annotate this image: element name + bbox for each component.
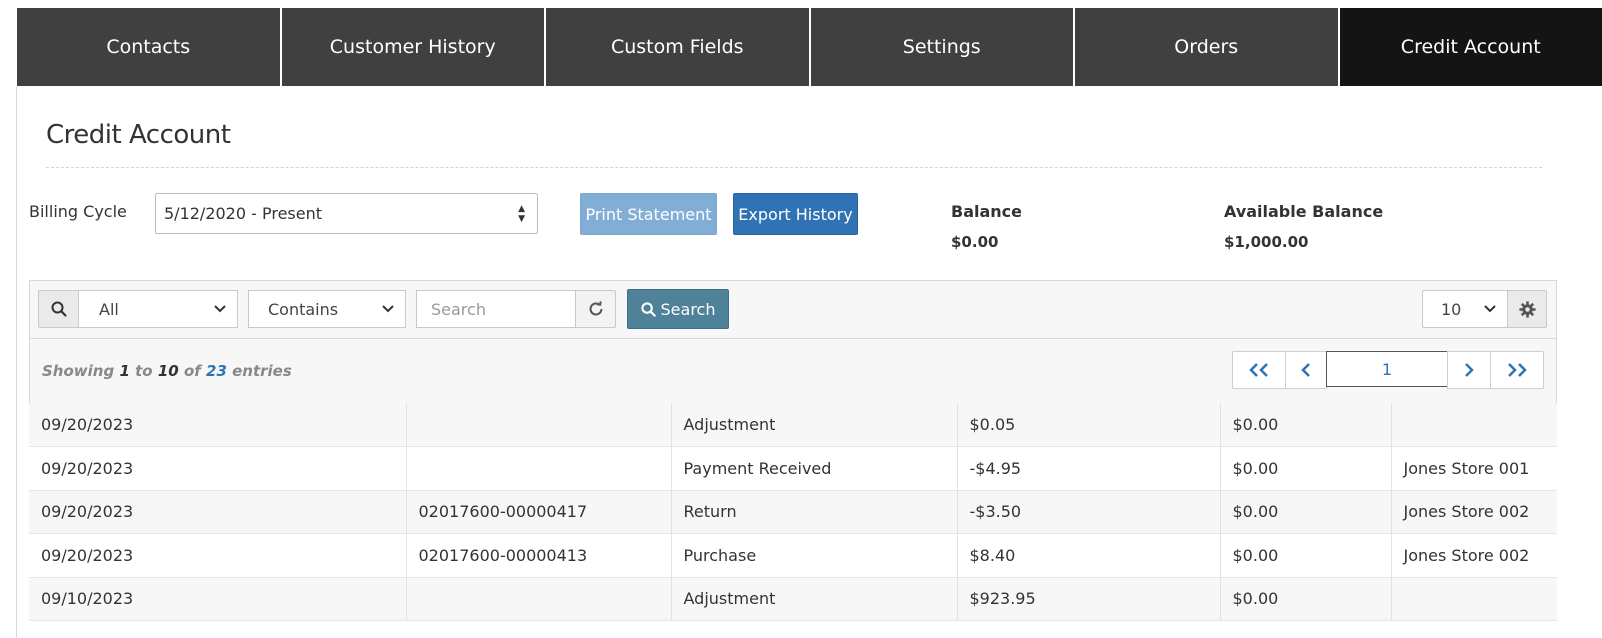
refresh-button[interactable] xyxy=(575,290,616,328)
chevron-right-icon xyxy=(1465,363,1474,377)
operator-select-value: Contains xyxy=(268,299,339,319)
tab-credit-account[interactable]: Credit Account xyxy=(1339,8,1602,86)
available-balance-value: $1,000.00 xyxy=(1224,233,1309,251)
balance-cell: $0.00 xyxy=(1220,490,1392,534)
toolbar-divider xyxy=(30,338,1556,339)
store-cell: Jones Store 001 xyxy=(1391,446,1557,491)
reference-cell xyxy=(406,577,672,621)
prev-page-button[interactable] xyxy=(1285,351,1327,389)
double-chevron-left-icon xyxy=(1249,363,1268,377)
amount-cell: $0.05 xyxy=(957,403,1221,447)
title-divider xyxy=(46,167,1542,168)
billing-cycle-value: 5/12/2020 - Present xyxy=(164,204,323,223)
type-cell: Adjustment xyxy=(671,403,958,447)
store-cell xyxy=(1391,577,1557,621)
tab-contacts[interactable]: Contacts xyxy=(17,8,280,86)
balance-cell: $0.00 xyxy=(1220,533,1392,578)
entries-summary: Showing 1 to 10 of 23 entries xyxy=(42,362,292,380)
table-row[interactable]: 09/20/2023 Adjustment $0.05 $0.00 xyxy=(29,403,1557,447)
search-addon xyxy=(38,290,79,328)
magnifier-icon xyxy=(51,301,67,317)
available-balance-label: Available Balance xyxy=(1224,202,1384,221)
date-cell: 09/10/2023 xyxy=(29,577,407,621)
type-cell: Payment Received xyxy=(671,446,958,491)
entries-word: entries xyxy=(232,362,292,380)
range-of-word: of xyxy=(183,362,201,380)
double-chevron-right-icon xyxy=(1508,363,1527,377)
print-statement-button[interactable]: Print Statement xyxy=(580,193,717,235)
date-cell: 09/20/2023 xyxy=(29,403,407,447)
operator-select[interactable]: Contains xyxy=(248,290,406,328)
reference-cell xyxy=(406,403,672,447)
amount-cell: -$4.95 xyxy=(957,446,1221,491)
refresh-icon xyxy=(589,301,602,316)
balance-cell: $0.00 xyxy=(1220,446,1392,491)
first-page-button[interactable] xyxy=(1232,351,1286,389)
search-input[interactable] xyxy=(416,290,576,328)
amount-cell: $8.40 xyxy=(957,533,1221,578)
search-button[interactable]: Search xyxy=(627,289,729,329)
table-row[interactable]: 09/20/2023 02017600-00000417 Return -$3.… xyxy=(29,490,1557,534)
table-row[interactable]: 09/10/2023 Adjustment $923.95 $0.00 xyxy=(29,577,1557,621)
content-left-border xyxy=(16,86,17,638)
table-row[interactable]: 09/20/2023 02017600-00000413 Purchase $8… xyxy=(29,533,1557,578)
range-to: 10 xyxy=(157,362,179,380)
balance-cell: $0.00 xyxy=(1220,403,1392,447)
type-cell: Purchase xyxy=(671,533,958,578)
type-cell: Return xyxy=(671,490,958,534)
page-size-value: 10 xyxy=(1441,299,1462,319)
amount-cell: $923.95 xyxy=(957,577,1221,621)
balance-label: Balance xyxy=(951,202,1022,221)
billing-cycle-label: Billing Cycle xyxy=(29,202,127,221)
table-row[interactable]: 09/20/2023 Payment Received -$4.95 $0.00… xyxy=(29,446,1557,491)
store-cell xyxy=(1391,403,1557,447)
export-history-button[interactable]: Export History xyxy=(733,193,858,235)
date-cell: 09/20/2023 xyxy=(29,533,407,578)
column-settings-button[interactable] xyxy=(1507,290,1547,328)
amount-cell: -$3.50 xyxy=(957,490,1221,534)
page-title: Credit Account xyxy=(46,120,231,150)
search-button-label: Search xyxy=(660,299,716,319)
tab-bar: Contacts Customer History Custom Fields … xyxy=(17,8,1602,86)
range-from: 1 xyxy=(119,362,130,380)
gear-icon xyxy=(1518,300,1536,318)
type-cell: Adjustment xyxy=(671,577,958,621)
tab-customer-history[interactable]: Customer History xyxy=(281,8,544,86)
updown-arrows-icon: ▲ ▼ xyxy=(518,204,525,224)
reference-cell: 02017600-00000413 xyxy=(406,533,672,578)
chevron-down-icon xyxy=(214,305,226,313)
current-page-input[interactable] xyxy=(1326,351,1448,387)
showing-prefix: Showing xyxy=(42,362,115,380)
credit-history-table: 09/20/2023 Adjustment $0.05 $0.00 09/20/… xyxy=(29,403,1557,621)
tab-orders[interactable]: Orders xyxy=(1075,8,1338,86)
total-entries: 23 xyxy=(206,362,227,380)
balance-cell: $0.00 xyxy=(1220,577,1392,621)
field-select-value: All xyxy=(99,299,119,319)
date-cell: 09/20/2023 xyxy=(29,446,407,491)
reference-cell xyxy=(406,446,672,491)
date-cell: 09/20/2023 xyxy=(29,490,407,534)
billing-cycle-select[interactable]: 5/12/2020 - Present ▲ ▼ xyxy=(155,193,538,234)
tab-custom-fields[interactable]: Custom Fields xyxy=(546,8,809,86)
chevron-down-icon xyxy=(382,305,394,313)
balance-value: $0.00 xyxy=(951,233,999,251)
magnifier-icon xyxy=(640,301,656,317)
store-cell: Jones Store 002 xyxy=(1391,533,1557,578)
last-page-button[interactable] xyxy=(1490,351,1544,389)
tab-settings[interactable]: Settings xyxy=(810,8,1073,86)
range-to-word: to xyxy=(135,362,153,380)
next-page-button[interactable] xyxy=(1447,351,1491,389)
reference-cell: 02017600-00000417 xyxy=(406,490,672,534)
store-cell: Jones Store 002 xyxy=(1391,490,1557,534)
field-select[interactable]: All xyxy=(78,290,238,328)
page-size-select[interactable]: 10 xyxy=(1422,290,1508,328)
chevron-left-icon xyxy=(1301,363,1310,377)
chevron-down-icon xyxy=(1484,305,1496,313)
